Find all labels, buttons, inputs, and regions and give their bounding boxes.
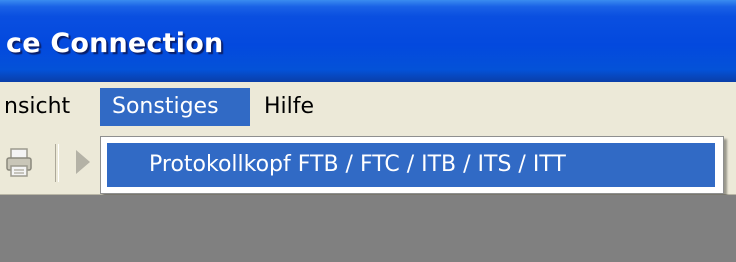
title-bar[interactable]: ce Connection	[0, 0, 736, 82]
window-title: ce Connection	[6, 28, 224, 59]
play-icon[interactable]	[76, 150, 90, 174]
menu-item-protokollkopf[interactable]: Protokollkopf FTB / FTC / ITB / ITS / IT…	[107, 143, 715, 187]
menu-sonstiges[interactable]: Sonstiges	[100, 88, 250, 126]
menu-ansicht[interactable]: nsicht	[0, 88, 92, 126]
menu-hilfe[interactable]: Hilfe	[252, 88, 332, 126]
application-window: ce Connection nsicht Sonstiges Hilfe Pro…	[0, 0, 736, 262]
workspace-area	[0, 195, 736, 262]
menu-bar: nsicht Sonstiges Hilfe	[0, 82, 736, 134]
print-icon[interactable]	[6, 148, 32, 178]
sonstiges-dropdown-menu: Protokollkopf FTB / FTC / ITB / ITS / IT…	[100, 136, 724, 194]
toolbar-separator	[55, 144, 59, 182]
